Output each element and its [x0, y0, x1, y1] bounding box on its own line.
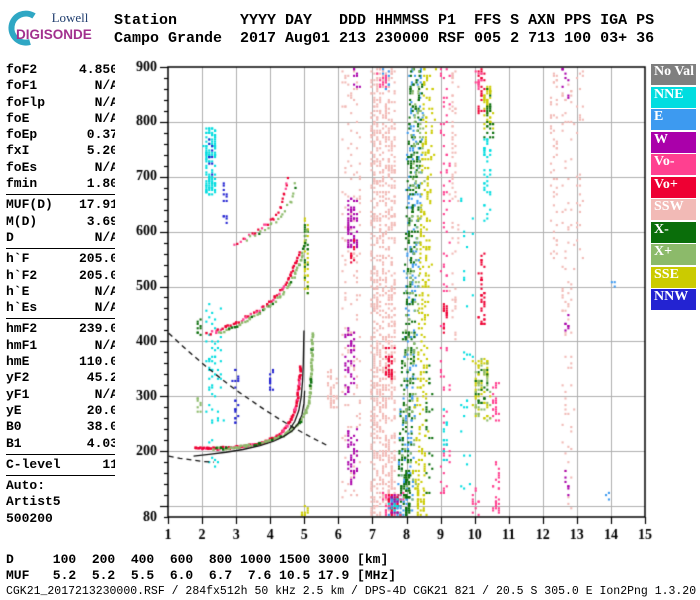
divider — [6, 318, 118, 320]
legend-item-vo: Vo- — [651, 154, 696, 175]
param-label: 500200 — [6, 510, 53, 526]
legend-item-nnw: NNW — [651, 289, 696, 310]
param-label: Auto: — [6, 478, 46, 494]
legend-item-sse: SSE — [651, 266, 696, 288]
param-row: fxI 5.20 — [6, 143, 118, 159]
param-row: MUF(D) 17.91 — [6, 197, 118, 213]
param-row: fmin 1.80 — [6, 176, 118, 192]
param-row: foEs N/A — [6, 160, 118, 176]
legend-item-x: X- — [651, 221, 696, 243]
legend-item-e: E — [651, 109, 696, 130]
param-row: C-level 11 — [6, 457, 118, 473]
param-row: foFlp N/A — [6, 95, 118, 111]
divider — [6, 475, 118, 477]
ionogram-plot — [115, 52, 653, 554]
param-row: D N/A — [6, 230, 118, 246]
param-row: h`Es N/A — [6, 300, 118, 316]
logo-text-lowell: Lowell — [52, 10, 89, 25]
param-row: foF2 4.850 — [6, 62, 118, 78]
divider — [6, 194, 118, 196]
param-row: Artist5 — [6, 494, 118, 510]
parameter-panel: foF2 4.850 foF1 N/A foFlp N/A foE N/A foEp 0.37 fx… — [6, 62, 118, 527]
distance-row: D 100 200 400 600 800 1000 1500 3000 [km… — [6, 552, 389, 567]
param-label: h`Es — [6, 300, 38, 316]
legend-item-w: W — [651, 131, 696, 153]
legend-item-ssw: SSW — [651, 199, 696, 220]
param-value: 4.850 — [78, 62, 118, 77]
param-value: 38.0 — [86, 419, 118, 435]
param-label: h`F2 — [6, 267, 38, 283]
param-label: yF2 — [6, 370, 30, 386]
param-value: 1.80 — [86, 176, 118, 192]
param-row: yE 20.0 — [6, 403, 118, 419]
header-line-2: Campo Grande 2017 Aug01 213 230000 RSF 0… — [114, 30, 655, 47]
legend-item-x: X+ — [651, 244, 696, 265]
param-label: C-level — [6, 456, 61, 472]
param-row: h`F 205.0 — [6, 251, 118, 267]
param-label: foEs — [6, 159, 38, 175]
param-row: hmF2 239.0 — [6, 321, 118, 337]
param-row: h`F2 205.0 — [6, 268, 118, 284]
param-label: MUF(D) — [6, 197, 53, 213]
param-row: B0 38.0 — [6, 419, 118, 435]
param-label: Artist5 — [6, 494, 61, 510]
param-row: foF1 N/A — [6, 78, 118, 94]
param-label: foF1 — [6, 78, 38, 94]
param-label: h`F — [6, 251, 30, 267]
legend-item-vo: Vo+ — [651, 176, 696, 198]
param-label: foF2 — [6, 62, 38, 77]
param-label: hmE — [6, 354, 30, 370]
param-row: yF2 45.2 — [6, 370, 118, 386]
param-label: M(D) — [6, 213, 38, 229]
muf-row: MUF 5.2 5.2 5.5 6.0 6.7 7.6 10.5 17.9 [M… — [6, 568, 397, 583]
param-row: yF1 N/A — [6, 387, 118, 403]
param-value: 0.37 — [86, 127, 118, 143]
param-row: M(D) 3.69 — [6, 214, 118, 230]
logo-text-digisonde: DIGISONDE — [16, 27, 92, 42]
param-row: 500200 — [6, 511, 118, 527]
doppler-direction-legend: No Val NNE E W Vo- Vo+ SSW X- X+ SSE NNW — [651, 64, 697, 312]
param-label: hmF1 — [6, 337, 38, 353]
param-row: foE N/A — [6, 111, 118, 127]
divider — [6, 248, 118, 250]
param-row: h`E N/A — [6, 284, 118, 300]
param-value: 239.0 — [78, 321, 118, 337]
param-row: hmE 110.0 — [6, 354, 118, 370]
param-label: fmin — [6, 176, 38, 192]
param-value: 20.0 — [86, 402, 118, 418]
param-label: foFlp — [6, 94, 46, 110]
param-label: yF1 — [6, 386, 30, 402]
param-label: fxI — [6, 143, 30, 159]
param-value: 17.91 — [78, 197, 118, 213]
param-value: 4.03 — [86, 435, 118, 451]
param-label: B0 — [6, 419, 22, 435]
param-row: hmF1 N/A — [6, 338, 118, 354]
param-value: 5.20 — [86, 143, 118, 159]
divider — [6, 453, 118, 455]
param-value: 205.0 — [78, 251, 118, 267]
lowell-digisonde-logo: Lowell DIGISONDE — [4, 6, 114, 50]
param-label: yE — [6, 402, 22, 418]
param-label: h`E — [6, 283, 30, 299]
param-row: Auto: — [6, 478, 118, 494]
param-row: B1 4.03 — [6, 436, 118, 452]
file-info-line: CGK21_2017213230000.RSF / 284fx512h 50 k… — [6, 585, 697, 598]
param-label: B1 — [6, 435, 22, 451]
param-row: foEp 0.37 — [6, 127, 118, 143]
digisonde-ionogram-app: Lowell DIGISONDE Station YYYY DAY DDD HH… — [0, 0, 700, 600]
param-value: 110.0 — [78, 354, 118, 370]
param-label: D — [6, 229, 14, 245]
header-line-1: Station YYYY DAY DDD HHMMSS P1 FFS S AXN… — [114, 12, 655, 29]
legend-item-nne: NNE — [651, 86, 696, 108]
param-label: hmF2 — [6, 321, 38, 337]
param-value: 205.0 — [78, 267, 118, 283]
param-label: foE — [6, 110, 30, 126]
param-label: foEp — [6, 127, 38, 143]
legend-item-noval: No Val — [651, 64, 696, 85]
param-value: 45.2 — [86, 370, 118, 386]
param-value: 3.69 — [86, 213, 118, 229]
